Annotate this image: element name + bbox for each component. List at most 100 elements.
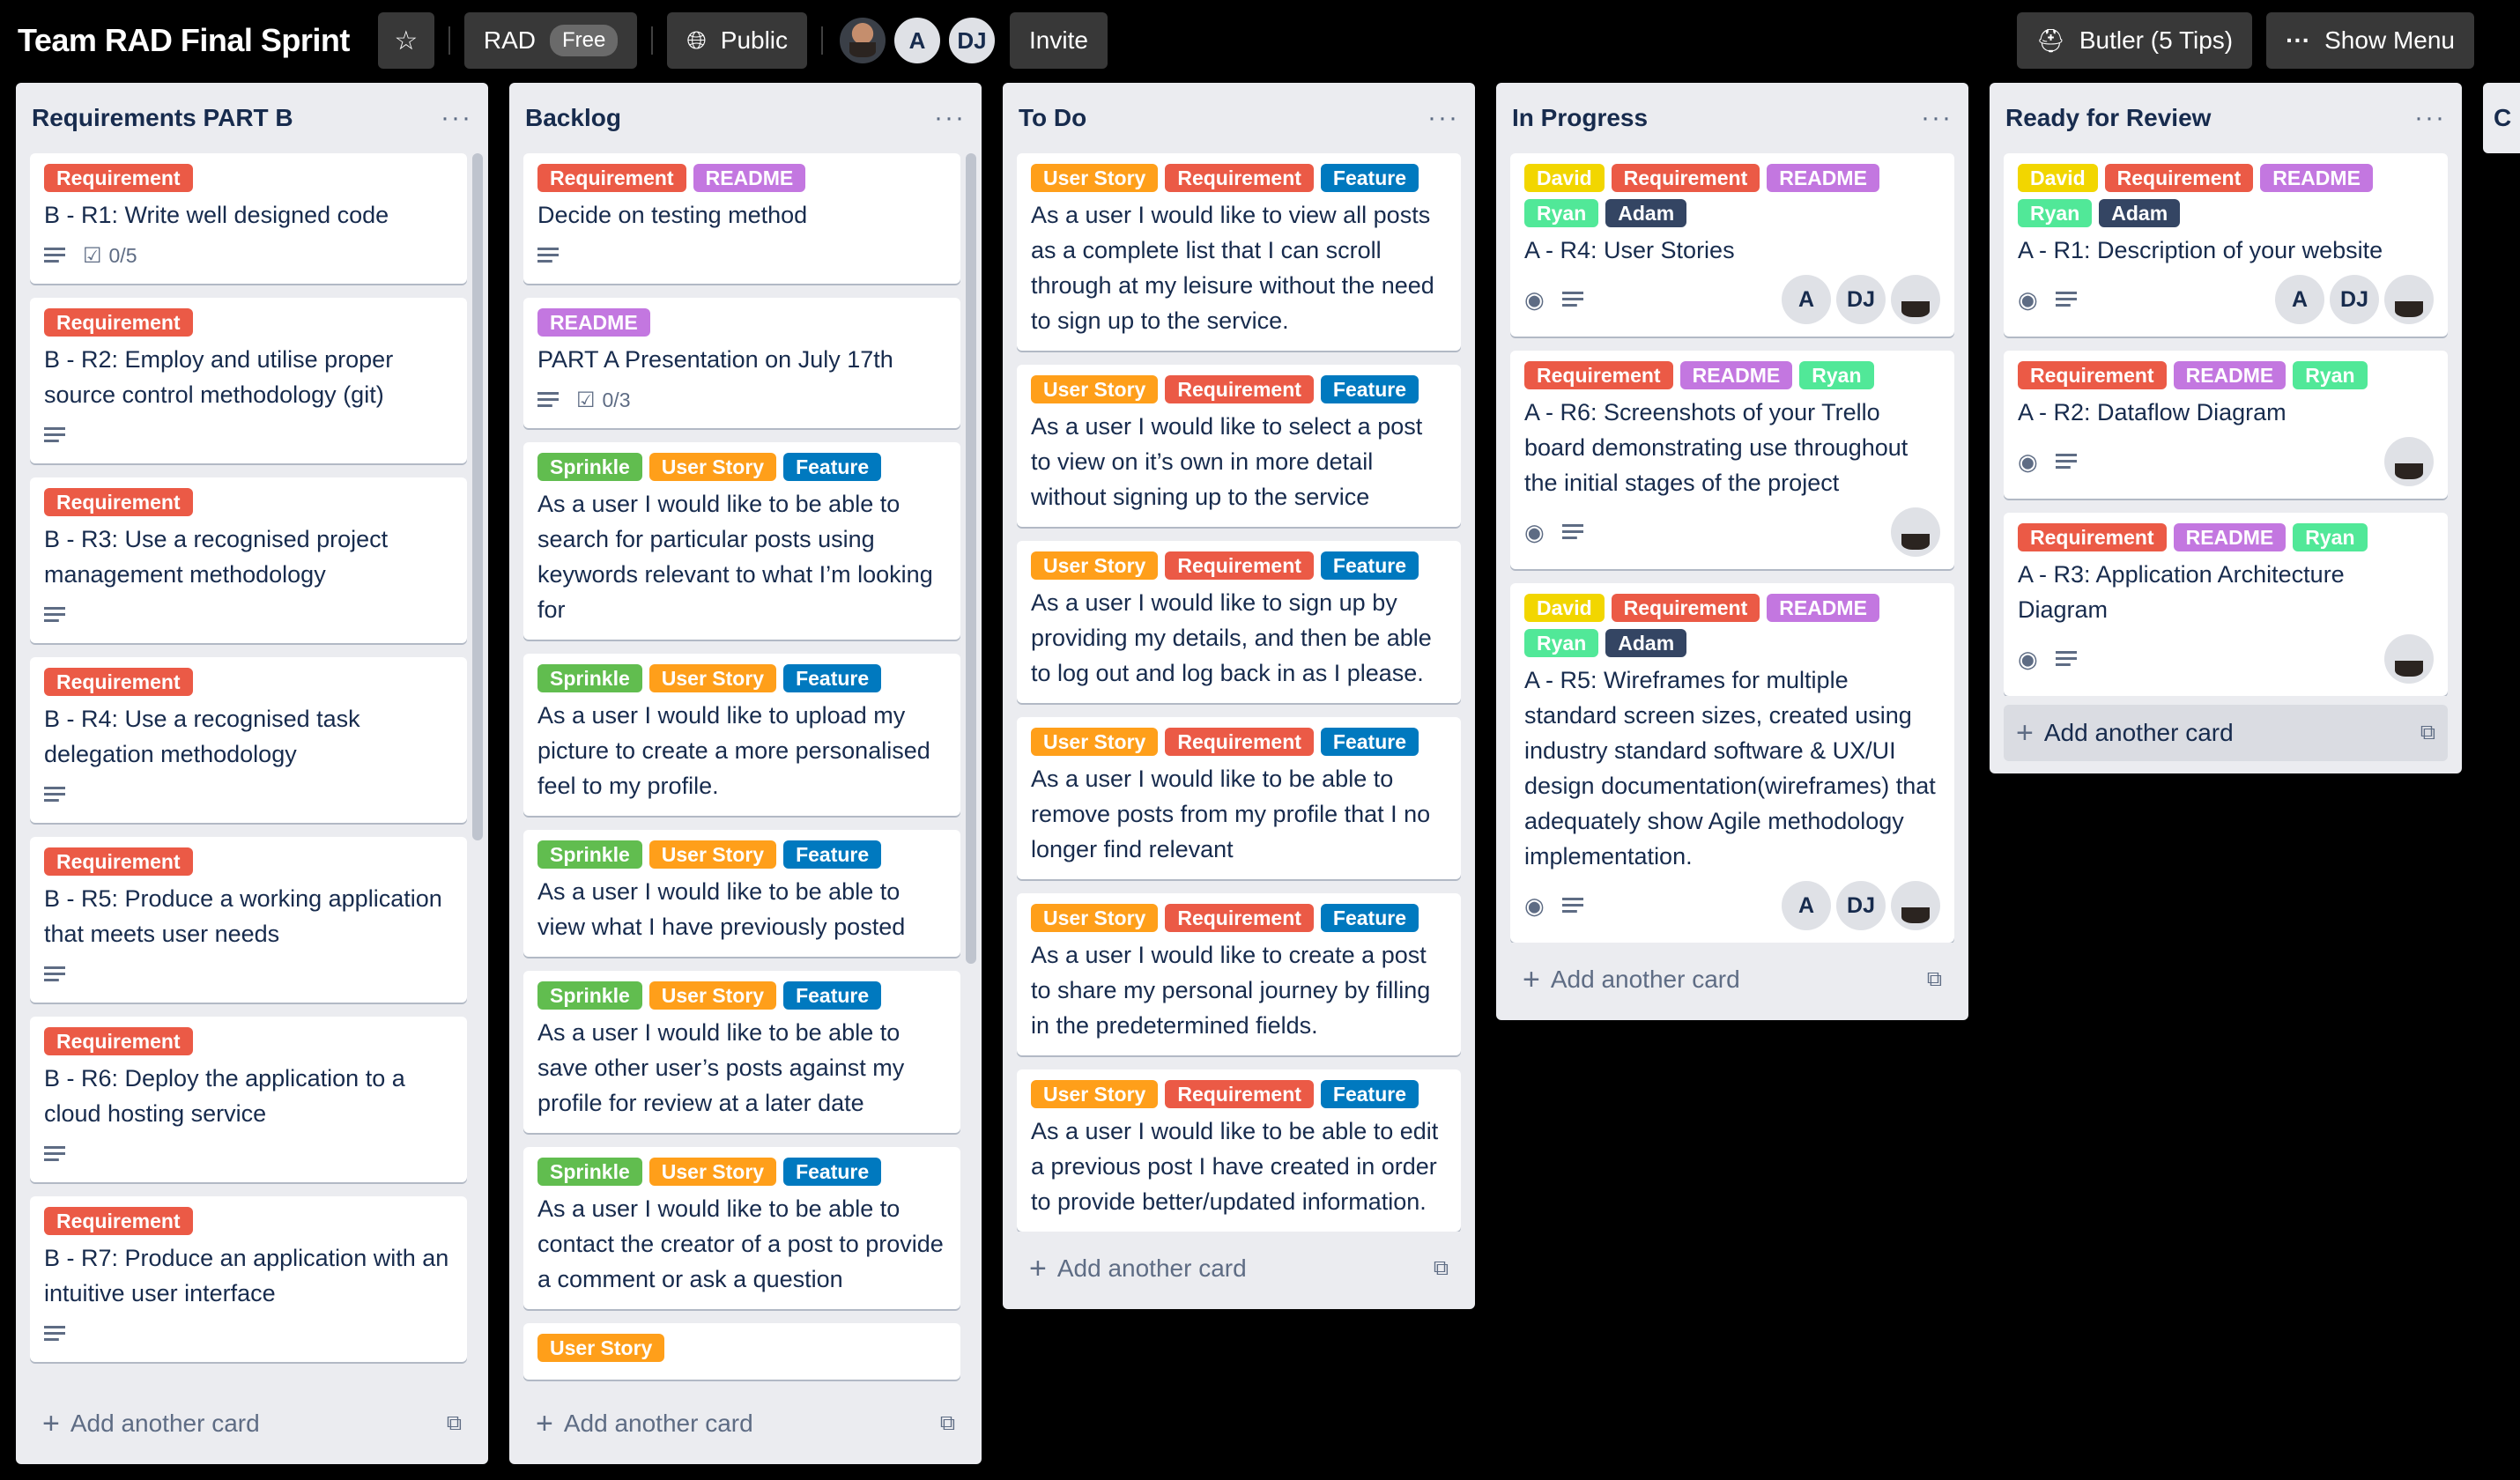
board-header: Team RAD Final Sprint ☆ RAD Free 🌐︎ Publ… [0,0,2520,81]
member-avatar-a[interactable]: A [2275,275,2324,324]
member-avatar-dj[interactable]: DJ [2330,275,2379,324]
invite-button[interactable]: Invite [1010,12,1108,69]
plus-icon: + [536,1406,553,1440]
card[interactable]: David Requirement README Ryan Adam A - R… [2004,153,2448,337]
card-list: David Requirement README Ryan Adam A - R… [1990,153,2462,696]
card[interactable]: Requirement B - R2: Employ and utilise p… [30,298,467,463]
card-template-icon[interactable]: ⧉ [447,1411,462,1436]
list-menu-icon[interactable]: ··· [1427,103,1459,133]
card-list: Requirement B - R1: Write well designed … [16,153,488,1387]
card[interactable]: Requirement B - R1: Write well designed … [30,153,467,284]
card[interactable]: Requirement README Ryan A - R3: Applicat… [2004,513,2448,696]
add-card-button[interactable]: + Add another card ⧉ [30,1395,474,1452]
list-next-partial[interactable]: C [2483,83,2520,153]
card[interactable]: User Story Requirement Feature As a user… [1017,541,1461,703]
description-icon [44,1146,65,1162]
list-menu-icon[interactable]: ··· [441,103,472,133]
add-card-button[interactable]: + Add another card ⧉ [1510,951,1954,1008]
member-avatar-a[interactable]: A [1782,881,1831,930]
card[interactable]: Sprinkle User Story Feature As a user I … [523,654,960,816]
description-icon [1561,524,1583,540]
card[interactable]: Requirement README Decide on testing met… [523,153,960,284]
member-avatar-photo[interactable] [2384,437,2434,486]
card-list: Requirement README Decide on testing met… [509,153,982,1387]
card-template-icon[interactable]: ⧉ [1434,1256,1449,1281]
card-title: A - R1: Description of your website [2018,237,2383,263]
label-requirement: Requirement [44,164,193,192]
card[interactable]: User Story Requirement Feature As a user… [1017,717,1461,879]
label-feature: Feature [1320,1080,1419,1108]
card[interactable]: Requirement B - R3: Use a recognised pro… [30,477,467,643]
list-menu-icon[interactable]: ··· [1921,103,1953,133]
label-requirement: Requirement [44,488,193,516]
list-menu-icon[interactable]: ··· [2414,103,2446,133]
member-avatar-a[interactable]: A [1782,275,1831,324]
member-avatar-a[interactable]: A [892,15,944,66]
scrollbar[interactable] [966,153,976,964]
card[interactable]: README PART A Presentation on July 17th … [523,298,960,428]
card-template-icon[interactable]: ⧉ [940,1411,955,1436]
list-title[interactable]: Ready for Review [2005,104,2211,132]
label-requirement: Requirement [1165,1080,1314,1108]
card[interactable]: Requirement B - R4: Use a recognised tas… [30,657,467,823]
card[interactable]: David Requirement README Ryan Adam A - R… [1510,583,1954,943]
watch-icon: ◉ [2018,645,2038,672]
card-template-icon[interactable]: ⧉ [2420,721,2435,745]
description-icon [44,607,65,623]
label-requirement: Requirement [44,668,193,696]
card[interactable]: Requirement README Ryan A - R2: Dataflow… [2004,351,2448,499]
list-title[interactable]: In Progress [1512,104,1648,132]
card[interactable]: Sprinkle User Story Feature As a user I … [523,1147,960,1309]
visibility-button[interactable]: 🌐︎ Public [667,12,808,69]
board-title[interactable]: Team RAD Final Sprint [18,22,350,59]
add-card-button[interactable]: + Add another card ⧉ [1017,1240,1461,1297]
label-requirement: Requirement [1165,728,1314,756]
card[interactable]: David Requirement README Ryan Adam A - R… [1510,153,1954,337]
card[interactable]: Sprinkle User Story Feature As a user I … [523,971,960,1133]
member-avatar-photo[interactable] [1891,275,1940,324]
label-david: David [2018,164,2098,192]
member-avatar-dj[interactable]: DJ [946,15,998,66]
workspace-button[interactable]: RAD Free [463,12,638,69]
butler-button[interactable]: ⛑ Butler (5 Tips) [2016,12,2253,69]
card[interactable]: User Story Requirement Feature As a user… [1017,893,1461,1055]
card[interactable]: User Story Requirement Feature As a user… [1017,1069,1461,1232]
card[interactable]: User Story Requirement Feature As a user… [1017,365,1461,527]
list-title[interactable]: Requirements PART B [32,104,293,132]
label-readme: README [2173,523,2287,551]
card[interactable]: Sprinkle User Story Feature As a user I … [523,830,960,957]
label-requirement: Requirement [1611,594,1760,622]
card[interactable]: Sprinkle User Story Feature As a user I … [523,442,960,640]
member-avatar-dj[interactable]: DJ [1836,275,1886,324]
add-card-button[interactable]: + Add another card ⧉ [523,1395,967,1452]
member-avatar-photo[interactable] [1891,881,1940,930]
card[interactable]: Requirement B - R6: Deploy the applicati… [30,1017,467,1182]
checklist-icon: ☑ [83,243,102,268]
list-title[interactable]: To Do [1019,104,1086,132]
label-requirement: Requirement [44,1027,193,1055]
add-card-button[interactable]: + Add another card ⧉ [2004,705,2448,761]
member-avatar-photo[interactable] [2384,634,2434,684]
card-template-icon[interactable]: ⧉ [1927,967,1942,992]
star-button[interactable]: ☆ [377,12,434,69]
list-header: Ready for Review ··· [1990,83,2462,153]
description-icon [2055,454,2077,470]
card[interactable]: User Story Requirement Feature As a user… [1017,153,1461,351]
list-menu-icon[interactable]: ··· [934,103,966,133]
card-title: A - R6: Screenshots of your Trello board… [1524,399,1909,496]
member-avatar-dj[interactable]: DJ [1836,881,1886,930]
list-title[interactable]: Backlog [525,104,621,132]
card[interactable]: Requirement B - R7: Produce an applicati… [30,1196,467,1362]
list-ready-for-review: Ready for Review ··· David Requirement R… [1990,83,2462,773]
card-title: B - R1: Write well designed code [44,202,389,228]
label-adam: Adam [2099,199,2181,227]
card[interactable]: Requirement B - R5: Produce a working ap… [30,837,467,1003]
member-avatar-photo[interactable] [1891,507,1940,557]
card[interactable]: User Story [523,1323,960,1380]
scrollbar[interactable] [472,153,483,840]
member-avatar-photo[interactable] [837,15,889,66]
label-user-story: User Story [649,664,777,692]
member-avatar-photo[interactable] [2384,275,2434,324]
show-menu-button[interactable]: ··· Show Menu [2266,12,2474,69]
card[interactable]: Requirement README Ryan A - R6: Screensh… [1510,351,1954,569]
